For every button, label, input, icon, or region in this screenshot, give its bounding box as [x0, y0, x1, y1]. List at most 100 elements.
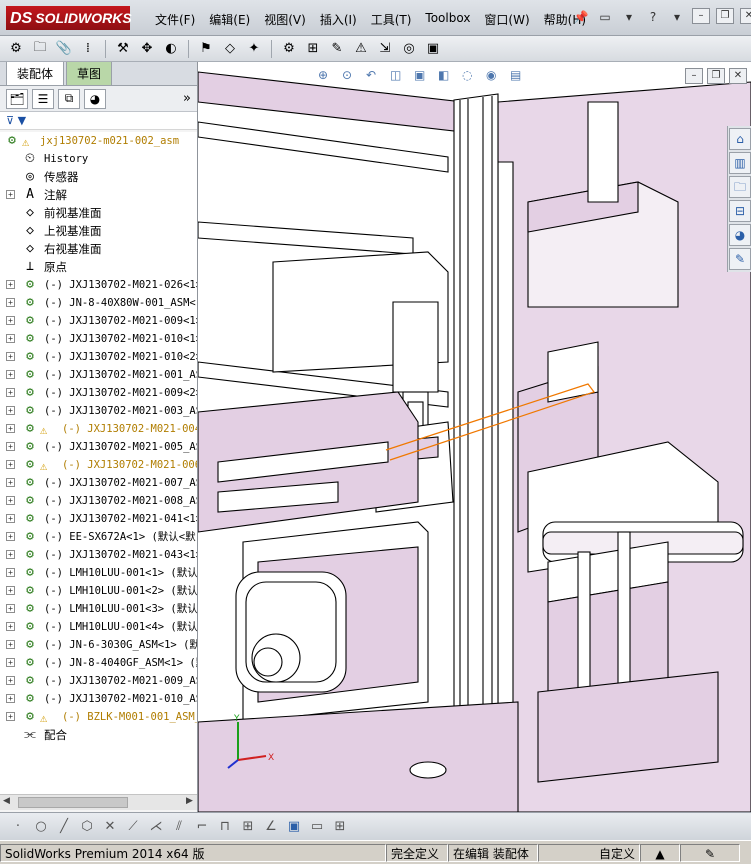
pin-icon[interactable]: 📌 — [572, 8, 590, 26]
restore-button[interactable]: ❐ — [716, 8, 734, 24]
expand-toggle-icon[interactable]: + — [6, 388, 15, 397]
smart-fasteners-icon[interactable]: ⚒ — [113, 39, 133, 59]
graphics-area[interactable]: ⊕ ⊙ ↶ ◫ ▣ ◧ ◌ ◉ ▤ – ❐ ✕ ⌂ ▥ 🗀 ⊟ ◕ ✎ Y X — [198, 62, 751, 812]
tree-item[interactable]: ◇ 右视基准面 — [0, 240, 197, 258]
dropdown-arrow-icon[interactable]: ▾ — [668, 8, 686, 26]
tab-sketch[interactable]: 草图 — [66, 62, 113, 85]
menu-item-2[interactable]: 视图(V) — [257, 9, 313, 30]
tree-item[interactable]: + ⚙ (-) LMH10LUU-001<4> (默认 — [0, 618, 197, 636]
new-part-icon[interactable]: 🗀 — [30, 39, 50, 59]
expand-toggle-icon[interactable]: + — [6, 442, 15, 451]
more-tabs-icon[interactable]: » — [183, 91, 191, 106]
extend-icon[interactable]: ⟋ — [123, 817, 143, 837]
tree-item[interactable]: + ⚙ (-) JXJ130702-M021-010<2> — [0, 348, 197, 366]
tree-item[interactable]: ◇ 上视基准面 — [0, 222, 197, 240]
expand-toggle-icon[interactable]: + — [6, 298, 15, 307]
scroll-right-icon[interactable]: ▶ — [186, 796, 193, 806]
unit-menu-caret[interactable]: ▲ — [640, 843, 680, 862]
tree-item[interactable]: + ⚙ (-) JXJ130702-M021-009<1> — [0, 312, 197, 330]
tree-item[interactable]: ⏲ History — [0, 150, 197, 168]
model-view[interactable] — [198, 62, 751, 812]
expand-toggle-icon[interactable]: + — [6, 568, 15, 577]
tree-item[interactable]: + ⚙ (-) JN-8-4040GF_ASM<1> (默 — [0, 654, 197, 672]
menu-item-1[interactable]: 编辑(E) — [202, 9, 257, 30]
design-library-icon[interactable]: ▥ — [729, 152, 751, 174]
tree-item[interactable]: + ⚙ (-) LMH10LUU-001<3> (默认 — [0, 600, 197, 618]
expand-toggle-icon[interactable]: + — [6, 460, 15, 469]
reference-geometry-icon[interactable]: ◇ — [220, 39, 240, 59]
show-hidden-icon[interactable]: ◐ — [161, 39, 181, 59]
filter-dropdown-icon[interactable]: ▼ — [18, 114, 26, 127]
expand-toggle-icon[interactable]: + — [6, 280, 15, 289]
point-icon[interactable]: · — [8, 817, 28, 837]
grid-icon[interactable]: ⊞ — [238, 817, 258, 837]
new-motion-study-icon[interactable]: ✦ — [244, 39, 264, 59]
split-view-icon[interactable]: ▭ — [307, 817, 327, 837]
tab-assembly[interactable]: 装配体 — [6, 62, 65, 85]
tree-item[interactable]: + ⚙ (-) JXJ130702-M021-008_ASM — [0, 492, 197, 510]
edit-appearance-icon[interactable]: ◉ — [486, 68, 504, 86]
expand-toggle-icon[interactable]: + — [6, 190, 15, 199]
unit-system[interactable]: 自定义 — [538, 843, 640, 862]
scroll-left-icon[interactable]: ◀ — [3, 796, 10, 806]
angle-icon[interactable]: ∠ — [261, 817, 281, 837]
view-orientation-icon[interactable]: ▣ — [414, 68, 432, 86]
linear-pattern-sketch-icon[interactable]: ⊓ — [215, 817, 235, 837]
expand-toggle-icon[interactable]: + — [6, 586, 15, 595]
doc-minimize-button[interactable]: – — [685, 68, 703, 84]
new-document-icon[interactable]: ▭ — [596, 8, 614, 26]
expand-toggle-icon[interactable]: + — [6, 550, 15, 559]
help-tooltip-icon[interactable]: ✎ — [680, 843, 740, 862]
zoom-area-icon[interactable]: ⊙ — [342, 68, 360, 86]
polygon-icon[interactable]: ⬡ — [77, 817, 97, 837]
tree-item[interactable]: + ⚙ (-) JXJ130702-M021-009<2> — [0, 384, 197, 402]
instant3d-icon[interactable]: ▣ — [423, 39, 443, 59]
tree-item[interactable]: + ⚙ (-) JXJ130702-M021-005_ASM — [0, 438, 197, 456]
tree-item[interactable]: ⫘ 配合 — [0, 726, 197, 744]
minimize-button[interactable]: – — [692, 8, 710, 24]
expand-toggle-icon[interactable]: + — [6, 694, 15, 703]
apply-scene-icon[interactable]: ▤ — [510, 68, 528, 86]
custom-properties-icon[interactable]: ✎ — [729, 248, 751, 270]
tree-item[interactable]: + ⚙ (-) JN-6-3030G_ASM<1> (默 — [0, 636, 197, 654]
hole-alignment-icon[interactable]: ◎ — [399, 39, 419, 59]
tree-item[interactable]: + ⚙ (-) JXJ130702-M021-010_ASM — [0, 690, 197, 708]
expand-toggle-icon[interactable]: + — [6, 676, 15, 685]
view-palette-icon[interactable]: ⊟ — [729, 200, 751, 222]
tree-item[interactable]: + ⚙ (-) JXJ130702-M021-041<1> — [0, 510, 197, 528]
doc-restore-button[interactable]: ❐ — [707, 68, 725, 84]
solidworks-resources-icon[interactable]: ⌂ — [729, 128, 751, 150]
filter-row[interactable]: ⊽ ▼ — [0, 112, 197, 130]
expand-toggle-icon[interactable]: + — [6, 334, 15, 343]
linear-pattern-icon[interactable]: ⁞ — [78, 39, 98, 59]
3d-box-icon[interactable]: ▣ — [284, 817, 304, 837]
move-component-icon[interactable]: ✥ — [137, 39, 157, 59]
close-button[interactable]: ✕ — [740, 8, 751, 24]
tree-item[interactable]: + ⚙ ⚠ (-) JXJ130702-M021-004 — [0, 420, 197, 438]
expand-toggle-icon[interactable]: + — [6, 514, 15, 523]
tree-root[interactable]: ⚙ ⚠ jxj130702-m021-002_asm — [0, 132, 197, 150]
expand-toggle-icon[interactable]: + — [6, 406, 15, 415]
appearances-icon[interactable]: ◕ — [729, 224, 751, 246]
menu-item-4[interactable]: 工具(T) — [364, 9, 419, 30]
expand-toggle-icon[interactable]: + — [6, 316, 15, 325]
section-view-icon[interactable]: ◫ — [390, 68, 408, 86]
mirror-icon[interactable]: ⋌ — [146, 817, 166, 837]
exploded-view-icon[interactable]: ⊞ — [303, 39, 323, 59]
tree-item[interactable]: + ⚙ (-) JXJ130702-M021-007_ASM — [0, 474, 197, 492]
expand-toggle-icon[interactable]: + — [6, 622, 15, 631]
tree-item[interactable]: + ⚙ (-) LMH10LUU-001<2> (默认 — [0, 582, 197, 600]
tree-item[interactable]: + ⚙ (-) JXJ130702-M021-043<1> — [0, 546, 197, 564]
insert-component-icon[interactable]: ⚙ — [6, 39, 26, 59]
expand-toggle-icon[interactable]: + — [6, 532, 15, 541]
expand-toggle-icon[interactable]: + — [6, 658, 15, 667]
horizontal-scrollbar[interactable]: ◀ ▶ — [0, 794, 197, 810]
help-icon[interactable]: ? — [644, 8, 662, 26]
tree-item[interactable]: + ⚙ (-) JXJ130702-M021-003_ASM — [0, 402, 197, 420]
expand-toggle-icon[interactable]: + — [6, 424, 15, 433]
menu-item-0[interactable]: 文件(F) — [148, 9, 202, 30]
solidworks-logo[interactable]: DS SOLIDWORKS — [6, 6, 132, 30]
property-manager-icon[interactable]: ☰ — [32, 88, 54, 109]
display-style-icon[interactable]: ◧ — [438, 68, 456, 86]
expand-toggle-icon[interactable]: + — [6, 352, 15, 361]
